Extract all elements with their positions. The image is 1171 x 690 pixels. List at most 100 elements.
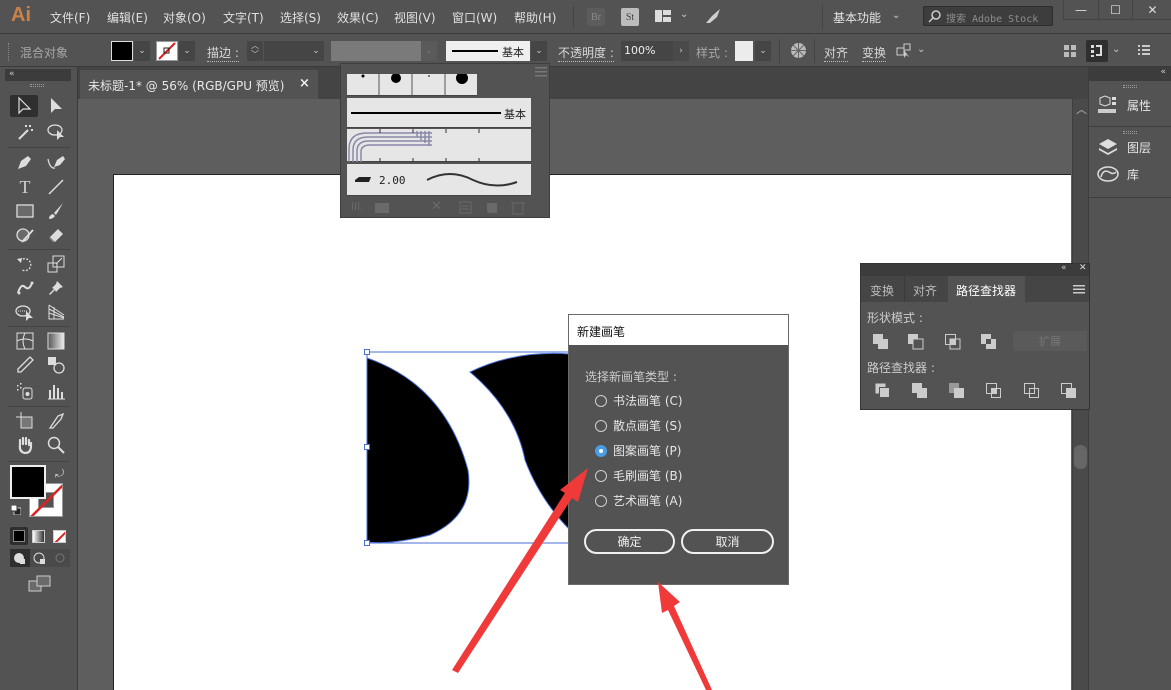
trim-icon[interactable] xyxy=(912,383,928,399)
workspace-switcher[interactable]: 基本功能 xyxy=(833,9,881,26)
close-button[interactable]: ✕ xyxy=(1132,0,1171,20)
rotate-tool[interactable] xyxy=(12,253,38,275)
perspective-grid-tool[interactable] xyxy=(43,301,69,323)
maximize-button[interactable]: ☐ xyxy=(1098,0,1132,20)
collapse-panel-button[interactable]: « xyxy=(5,69,71,81)
fill-swatch[interactable] xyxy=(111,41,133,61)
opacity-label[interactable]: 不透明度 : xyxy=(558,44,614,62)
close-panel-icon[interactable]: ✕ xyxy=(1079,263,1087,273)
scroll-up-icon[interactable]: ︿ xyxy=(1076,101,1087,117)
variable-width-dropdown[interactable]: ⌄ xyxy=(421,41,437,61)
variable-width-profile[interactable] xyxy=(331,41,421,61)
left-shape[interactable] xyxy=(366,357,470,544)
exclude-icon[interactable] xyxy=(981,334,997,350)
draw-inside-button[interactable] xyxy=(50,549,70,567)
brush-definition[interactable]: 基本 xyxy=(446,41,530,61)
recolor-artwork-icon[interactable] xyxy=(790,42,807,59)
arrange-documents-icon[interactable] xyxy=(655,10,671,22)
crop-icon[interactable] xyxy=(986,383,1002,399)
cancel-button[interactable]: 取消 xyxy=(681,529,774,554)
radio-scatter-brush[interactable]: 散点画笔 (S) xyxy=(595,417,682,434)
panel-menu-icon[interactable] xyxy=(535,66,547,77)
pen-tool[interactable] xyxy=(12,151,38,173)
eyedropper-tool[interactable] xyxy=(12,354,38,376)
radio-button-selected[interactable] xyxy=(595,444,607,457)
blend-object-artwork[interactable] xyxy=(350,340,590,560)
stroke-weight-dropdown[interactable]: ⌄ xyxy=(308,41,324,61)
stroke-weight-input[interactable] xyxy=(264,41,308,61)
panel-header[interactable]: « ✕ xyxy=(861,263,1089,276)
menu-help[interactable]: 帮助(H) xyxy=(514,9,556,26)
stroke-label[interactable]: 描边 : xyxy=(207,44,239,62)
opacity-expand[interactable]: › xyxy=(673,41,689,61)
pin-tool[interactable] xyxy=(43,277,69,299)
paintbrush-tool[interactable] xyxy=(43,200,69,222)
chevron-down-icon[interactable]: ⌄ xyxy=(1112,44,1120,55)
selection-handle[interactable] xyxy=(364,349,370,355)
align-link[interactable]: 对齐 xyxy=(824,44,849,62)
libraries-panel-button[interactable]: 库 xyxy=(1097,164,1139,184)
magic-wand-tool[interactable] xyxy=(12,121,38,143)
curvature-tool[interactable] xyxy=(43,151,69,173)
stock-icon[interactable]: St xyxy=(621,8,639,26)
default-fill-stroke-icon[interactable] xyxy=(10,504,22,516)
shape-builder-tool[interactable] xyxy=(12,301,38,323)
stroke-dropdown[interactable]: ⌄ xyxy=(179,41,195,61)
ok-button[interactable]: 确定 xyxy=(584,529,675,554)
outline-icon[interactable] xyxy=(1024,383,1040,399)
menu-type[interactable]: 文字(T) xyxy=(223,9,264,26)
draw-behind-button[interactable] xyxy=(30,549,50,567)
minus-front-icon[interactable] xyxy=(908,334,924,350)
draw-normal-button[interactable] xyxy=(10,549,30,567)
hand-tool[interactable] xyxy=(12,434,38,456)
menu-edit[interactable]: 编辑(E) xyxy=(107,9,148,26)
grip-handle[interactable] xyxy=(30,84,44,87)
menu-effect[interactable]: 效果(C) xyxy=(337,9,379,26)
remove-brush-stroke-icon[interactable]: ✕ xyxy=(431,199,442,214)
menu-object[interactable]: 对象(O) xyxy=(163,9,206,26)
pattern-brush-row[interactable] xyxy=(347,129,531,162)
selection-handle[interactable] xyxy=(364,540,370,546)
gradient-tool[interactable] xyxy=(43,330,69,352)
chevron-down-icon[interactable]: ⌄ xyxy=(917,44,925,55)
opacity-input[interactable]: 100% xyxy=(621,41,673,61)
panel-menu-icon[interactable] xyxy=(1073,285,1085,294)
lasso-tool[interactable] xyxy=(43,121,69,143)
none-mode-button[interactable] xyxy=(53,530,66,543)
graphic-style-dropdown[interactable]: ⌄ xyxy=(755,41,771,61)
rectangle-tool[interactable] xyxy=(12,200,38,222)
new-brush-icon[interactable] xyxy=(485,201,499,215)
list-menu-icon[interactable] xyxy=(1138,44,1150,56)
direct-selection-tool[interactable] xyxy=(43,95,69,117)
tab-transform[interactable]: 变换 xyxy=(870,282,894,299)
grip-handle[interactable] xyxy=(8,43,11,61)
artboard-tool[interactable] xyxy=(12,410,38,432)
scale-tool[interactable] xyxy=(43,253,69,275)
document-tab[interactable]: 未标题-1* @ 56% (RGB/GPU 预览) × xyxy=(80,70,318,99)
brush-libraries-menu-icon[interactable]: lll. xyxy=(351,200,364,213)
radio-button[interactable] xyxy=(595,494,607,507)
chevron-down-icon[interactable]: ⌄ xyxy=(680,9,688,20)
collapse-panel-icon[interactable]: « xyxy=(1061,263,1067,273)
gpu-performance-icon[interactable] xyxy=(704,7,722,25)
minus-back-icon[interactable] xyxy=(1061,383,1077,399)
stroke-weight-stepper[interactable]: ︿ ﹀ xyxy=(247,41,263,61)
slice-tool[interactable] xyxy=(43,410,69,432)
scrollbar-thumb[interactable] xyxy=(1074,445,1087,469)
expand-button[interactable]: 扩展 xyxy=(1013,331,1087,351)
radio-button[interactable] xyxy=(595,419,607,432)
menu-view[interactable]: 视图(V) xyxy=(394,9,436,26)
libraries-panel-icon[interactable] xyxy=(373,201,393,215)
brush-dropdown[interactable]: ⌄ xyxy=(531,41,547,61)
intersect-icon[interactable] xyxy=(945,334,961,350)
menu-select[interactable]: 选择(S) xyxy=(280,9,321,26)
selection-handle[interactable] xyxy=(364,444,370,450)
puppet-warp-tool[interactable] xyxy=(12,277,38,299)
color-mode-button[interactable] xyxy=(10,527,28,545)
minimize-button[interactable]: — xyxy=(1064,0,1098,20)
menu-file[interactable]: 文件(F) xyxy=(50,9,90,26)
eraser-tool[interactable] xyxy=(43,224,69,246)
unite-icon[interactable] xyxy=(873,334,889,350)
collapse-dock-button[interactable]: « xyxy=(1089,67,1171,81)
divide-icon[interactable] xyxy=(875,383,891,399)
